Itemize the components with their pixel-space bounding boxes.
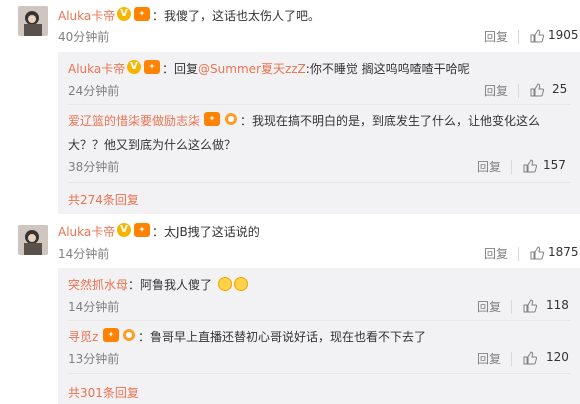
reply-text: ：回复@Summer夏天zzZ:你不睡觉 搁这呜呜喳喳干哈呢 bbox=[162, 62, 470, 76]
reply-button[interactable]: 回复 bbox=[484, 28, 508, 45]
divider bbox=[518, 30, 519, 44]
like-icon[interactable] bbox=[523, 159, 537, 173]
like-icon[interactable] bbox=[530, 83, 544, 97]
verified-icon: V bbox=[127, 60, 141, 74]
like-count: 118 bbox=[546, 298, 569, 312]
divider bbox=[511, 300, 512, 314]
like-count: 120 bbox=[546, 350, 569, 364]
reply-button[interactable]: 回复 bbox=[477, 350, 501, 367]
avatar[interactable] bbox=[18, 225, 48, 255]
like-icon[interactable] bbox=[523, 299, 537, 313]
like-icon[interactable] bbox=[530, 29, 544, 43]
reply-time: 38分钟前 bbox=[68, 160, 120, 174]
reply-time: 13分钟前 bbox=[68, 352, 120, 366]
vip-icon: ✦ bbox=[134, 7, 150, 21]
reply-button[interactable]: 回复 bbox=[477, 298, 501, 315]
vip-icon: ✦ bbox=[204, 112, 220, 126]
divider bbox=[518, 84, 519, 98]
like-icon[interactable] bbox=[523, 351, 537, 365]
divider bbox=[511, 160, 512, 174]
comment-author[interactable]: Aluka卡帝 bbox=[58, 223, 115, 240]
reply-author[interactable]: 寻觅z bbox=[68, 328, 98, 345]
crying-emoji-icon bbox=[218, 277, 232, 291]
divider bbox=[511, 352, 512, 366]
comment-author[interactable]: Aluka卡帝 bbox=[58, 7, 115, 24]
medal-icon bbox=[122, 328, 136, 342]
medal-icon bbox=[224, 112, 238, 126]
vip-icon: ✦ bbox=[103, 328, 119, 342]
comment-text: ：太JB拽了这话说的 bbox=[152, 225, 260, 239]
divider bbox=[68, 104, 570, 105]
comment-time: 14分钟前 bbox=[58, 247, 110, 261]
reply-time: 24分钟前 bbox=[68, 84, 120, 98]
vip-icon: ✦ bbox=[134, 223, 150, 237]
reply-text: ：我现在搞不明白的是，到底发生了什么，让他变化这么 bbox=[240, 114, 541, 128]
mention-link[interactable]: @Summer夏天zzZ bbox=[198, 62, 306, 76]
reply-author[interactable]: Aluka卡帝 bbox=[68, 60, 125, 77]
avatar[interactable] bbox=[18, 6, 48, 36]
reply-button[interactable]: 回复 bbox=[477, 158, 501, 175]
more-replies-link[interactable]: 共301条回复 bbox=[68, 384, 139, 401]
reply-button[interactable]: 回复 bbox=[484, 245, 508, 262]
divider bbox=[68, 373, 570, 374]
verified-icon: V bbox=[117, 7, 131, 21]
reply-author[interactable]: 突然抓水母 bbox=[68, 276, 128, 293]
reply-text-continued: 大？？他又到底为什么这么做？ bbox=[68, 138, 237, 152]
like-count: 1875 bbox=[548, 245, 579, 259]
crying-emoji-icon bbox=[234, 277, 248, 291]
vip-icon: ✦ bbox=[144, 60, 160, 74]
comment-text: ：我傻了，这话也太伤人了吧。 bbox=[152, 9, 321, 23]
reply-button[interactable]: 回复 bbox=[484, 82, 508, 99]
reply-author[interactable]: 爱辽篮的惜柒要做励志柒 bbox=[68, 112, 200, 129]
reply-text: ：鲁哥早上直播还替初心哥说好话，现在也看不下去了 bbox=[138, 330, 427, 344]
comment-time: 40分钟前 bbox=[58, 30, 110, 44]
like-count: 157 bbox=[543, 158, 566, 172]
reply-time: 14分钟前 bbox=[68, 300, 120, 314]
like-count: 25 bbox=[552, 82, 568, 96]
more-replies-link[interactable]: 共274条回复 bbox=[68, 191, 139, 208]
divider bbox=[518, 247, 519, 261]
like-icon[interactable] bbox=[530, 246, 544, 260]
verified-icon: V bbox=[117, 223, 131, 237]
divider bbox=[68, 182, 570, 183]
divider bbox=[68, 320, 570, 321]
reply-text: ：阿鲁我人傻了 bbox=[128, 278, 213, 292]
like-count: 1905 bbox=[548, 28, 579, 42]
